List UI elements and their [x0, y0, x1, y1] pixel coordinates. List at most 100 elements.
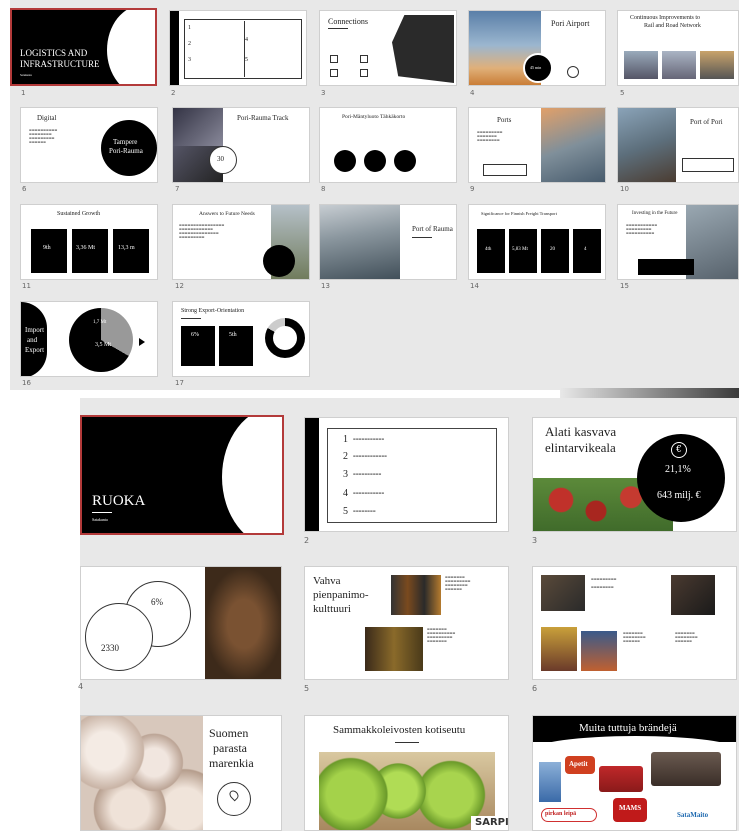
slide-thumb-ruoka-8[interactable]: Sammakkoleivosten kotiseutu SARPI	[304, 715, 509, 831]
slide-title: Answers to Future Needs	[199, 211, 255, 217]
slide-title: Vahva	[313, 575, 341, 587]
brand-logo: MAMS	[619, 804, 642, 812]
airport-badge: 45 min	[530, 65, 542, 70]
agenda-item: 4	[343, 488, 348, 499]
slide-thumb-14[interactable]: Significance for Finnish Freight Transpo…	[468, 204, 606, 280]
slide-thumb-ruoka-5[interactable]: Vahva pienpanimo- kulttuuri ▬▬▬▬▬▬▬ ▬▬▬▬▬…	[304, 566, 509, 680]
slide-title: LOGISTICS AND	[20, 48, 88, 58]
slide-title: Significance for Finnish Freight Transpo…	[481, 211, 557, 216]
slide-number: 8	[321, 185, 326, 193]
slide-number: 14	[470, 282, 479, 290]
slide-thumb-ruoka-1[interactable]: RUOKA Satakunta	[80, 415, 284, 535]
stat-count: 2330	[101, 643, 119, 653]
slide-title: Investing in the Future	[632, 211, 678, 216]
brand-logo: pirkan leipä	[545, 811, 577, 817]
slide-thumb-ruoka-9[interactable]: Muita tuttuja brändejä Apetit pirkan lei…	[532, 715, 737, 831]
slide-thumb-12[interactable]: Answers to Future Needs ▬▬▬▬▬▬▬▬▬▬▬▬▬▬▬▬…	[172, 204, 310, 280]
slide-title-line2: and	[27, 336, 38, 344]
slide-number: 5	[620, 89, 625, 97]
slide-title: Sammakkoleivosten kotiseutu	[333, 724, 466, 736]
slide-sorter-panel-2: RUOKA Satakunta 1 2 3 4 5 ▬▬▬▬▬▬▬▬▬▬▬ ▬▬…	[78, 398, 739, 831]
slide-title: Pori Airport	[551, 19, 590, 28]
circle-label: Pori-Rauma	[109, 147, 143, 155]
slide-number: 2	[304, 536, 310, 545]
slide-thumb-5[interactable]: Continuous Improvements to Rail and Road…	[617, 10, 739, 86]
brand-logo: SataMaito	[677, 811, 709, 819]
circle-label: Tampere	[113, 138, 138, 146]
slide-number: 6	[22, 185, 27, 193]
slide-thumb-6[interactable]: Digital ▬▬▬▬▬▬▬▬▬▬ ▬▬▬▬▬▬▬▬ ▬▬▬▬▬▬▬▬▬ ▬▬▬▬▬…	[20, 107, 158, 183]
slide-thumb-ruoka-3[interactable]: Alati kasvava elintarvikeala € 21,1% 643…	[532, 417, 737, 532]
agenda-item: 2	[343, 451, 348, 462]
background-edge	[560, 388, 739, 398]
slide-number: 12	[175, 282, 184, 290]
slide-thumb-17[interactable]: Strong Export-Orientation 6% 5th	[172, 301, 310, 377]
slide-title-line3: marenkia	[209, 756, 254, 770]
slide-number: 1	[21, 89, 26, 97]
chart-value: 3,5 Mt	[95, 342, 112, 348]
slide-number: 9	[470, 185, 475, 193]
chart-value: 1,7 Mt	[93, 320, 107, 325]
stat-value: 3,36 Mt	[76, 245, 96, 251]
slide-title: Muita tuttuja brändejä	[579, 722, 677, 734]
stat-value: 4th	[485, 247, 492, 252]
stat-amount: 643 milj. €	[657, 490, 701, 501]
agenda-item: 3	[343, 469, 348, 480]
slide-thumb-ruoka-6[interactable]: ▬▬▬▬▬▬▬▬▬ ▬▬▬▬▬▬▬▬ ▬▬▬▬▬▬▬ ▬▬▬▬▬▬▬▬ ▬▬▬▬▬▬ …	[532, 566, 737, 680]
stat-value: 20	[550, 247, 555, 252]
slide-title: Suomen	[209, 726, 249, 740]
track-badge: 30	[217, 155, 224, 163]
agenda-item: 5	[343, 506, 348, 517]
slide-title: RUOKA	[92, 493, 146, 509]
slide-number: 6	[532, 684, 538, 693]
slide-title: Alati kasvava	[545, 424, 617, 439]
agenda-item: 5	[245, 57, 248, 63]
slide-thumb-4[interactable]: Pori Airport 45 min	[468, 10, 606, 86]
slide-thumb-10[interactable]: Port of Pori	[617, 107, 739, 183]
slide-number: 4	[78, 682, 84, 691]
slide-title-line2: elintarvikeala	[545, 440, 616, 455]
slide-thumb-13[interactable]: Port of Rauma	[319, 204, 457, 280]
slide-number: 13	[321, 282, 330, 290]
slide-title-line2: pienpanimo-	[313, 589, 369, 601]
slide-title-line2: Rail and Road Network	[644, 23, 701, 29]
slide-number: 2	[171, 89, 176, 97]
slide-title-line2: parasta	[213, 741, 247, 755]
slide-subtitle: Satakunta	[20, 73, 32, 77]
slide-thumb-16[interactable]: Import and Export 1,7 Mt 3,5 Mt	[20, 301, 158, 377]
slide-sorter-panel-1: LOGISTICS AND INFRASTRUCTURE Satakunta 1…	[10, 0, 739, 390]
stat-percent: 6%	[151, 597, 163, 607]
slide-thumb-3[interactable]: Connections	[319, 10, 457, 86]
slide-number: 17	[175, 379, 184, 387]
slide-number: 7	[175, 185, 180, 193]
agenda-item: 4	[245, 37, 248, 43]
slide-thumb-7[interactable]: Pori-Rauma Track 30	[172, 107, 310, 183]
stat-value: 9th	[43, 245, 51, 251]
slide-title: Ports	[497, 116, 512, 124]
slide-title: Strong Export-Orientation	[181, 308, 245, 314]
slide-title-line2: INFRASTRUCTURE	[20, 59, 100, 69]
slide-subtitle: Satakunta	[92, 517, 108, 522]
slide-thumb-9[interactable]: Ports ▬▬▬▬▬▬▬▬▬ ▬▬▬▬▬▬▬ ▬▬▬▬▬▬▬▬	[468, 107, 606, 183]
slide-title-line3: kulttuuri	[313, 603, 351, 615]
agenda-item: 2	[188, 41, 191, 47]
slide-title-line3: Export	[25, 346, 45, 354]
slide-number: 5	[304, 684, 310, 693]
slide-thumb-ruoka-4[interactable]: 6% 2330	[80, 566, 282, 680]
slide-thumb-ruoka-2[interactable]: 1 2 3 4 5 ▬▬▬▬▬▬▬▬▬▬▬ ▬▬▬▬▬▬▬▬▬▬▬▬ ▬▬▬▬▬…	[304, 417, 509, 532]
slide-thumb-1[interactable]: LOGISTICS AND INFRASTRUCTURE Satakunta	[10, 8, 157, 86]
slide-title: Port of Rauma	[412, 225, 453, 233]
slide-thumb-15[interactable]: Investing in the Future ▬▬▬▬▬▬▬▬▬▬▬ ▬▬▬▬▬…	[617, 204, 739, 280]
slide-title: Port of Pori	[690, 118, 723, 126]
slide-number: 3	[321, 89, 326, 97]
slide-thumb-8[interactable]: Pori-Mäntyluoto Tähkäkorto	[319, 107, 457, 183]
slide-thumb-11[interactable]: Sustained Growth 9th 3,36 Mt 13,3 m	[20, 204, 158, 280]
stat-percent: 21,1%	[665, 464, 691, 475]
slide-title: Pori-Mäntyluoto Tähkäkorto	[342, 114, 406, 120]
slide-thumb-2[interactable]: 1 2 3 4 5	[169, 10, 307, 86]
slide-thumb-ruoka-7[interactable]: Suomen parasta marenkia	[80, 715, 282, 831]
slide-number: 15	[620, 282, 629, 290]
slide-title: Import	[25, 326, 45, 334]
agenda-item: 3	[188, 57, 191, 63]
slide-title: Digital	[37, 114, 57, 122]
